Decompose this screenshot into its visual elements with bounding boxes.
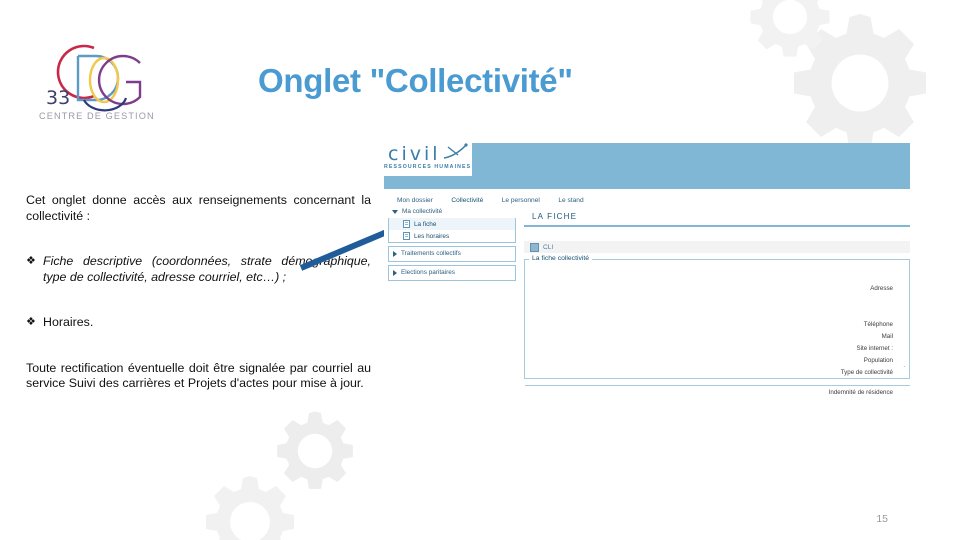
slide-canvas: 33 CENTRE DE GESTION Onglet "Collectivit… <box>0 0 960 540</box>
app-tab-bar: Mon dossier Collectivité Le personnel Le… <box>384 189 910 208</box>
document-icon <box>403 220 410 228</box>
civil-subtitle: RESSOURCES HUMAINES <box>384 164 472 170</box>
field-label-indemnite-de-residence: Indemnité de résidence <box>828 389 893 397</box>
sidebar-group-elections-paritaires-label: Elections paritaires <box>401 269 455 276</box>
sidebar-item-les-horaires[interactable]: Les horaires <box>389 230 515 242</box>
trailing-dot: . <box>903 363 905 370</box>
building-icon <box>530 242 539 252</box>
field-label-type-de-collectivite: Type de collectivité <box>840 369 893 377</box>
sidebar-group-traitements-collectifs-label: Traitements collectifs <box>401 250 461 257</box>
cli-breadcrumb-bar: CLI <box>524 241 910 254</box>
cli-label: CLI <box>543 243 554 251</box>
field-label-telephone: Téléphone <box>863 321 893 329</box>
app-main-title: LA FICHE <box>532 212 578 221</box>
field-label-adresse: Adresse <box>870 285 893 293</box>
bullet-item-horaires-label: Horaires. <box>43 315 94 329</box>
sidebar-group-traitements-collectifs[interactable]: Traitements collectifs <box>388 246 516 262</box>
page-number: 15 <box>876 513 888 525</box>
page-title: Onglet "Collectivité" <box>258 62 573 99</box>
closing-paragraph: Toute rectification éventuelle doit être… <box>26 360 371 391</box>
gear-decoration-bottom-center <box>272 408 358 494</box>
fiche-collectivite-fieldset: La fiche collectivité Adresse Téléphone … <box>524 255 910 396</box>
gear-decoration-top-right-large <box>785 8 935 158</box>
app-sidebar: Ma collectivité La fiche Les horaires Tr… <box>388 206 516 281</box>
sidebar-group-elections-paritaires[interactable]: Elections paritaires <box>388 265 516 281</box>
civil-wordmark: civil <box>388 143 441 165</box>
sidebar-item-la-fiche[interactable]: La fiche <box>389 218 515 230</box>
app-body: Ma collectivité La fiche Les horaires Tr… <box>384 204 910 402</box>
sidebar-subitem-list: La fiche Les horaires <box>388 218 516 243</box>
sidebar-group-ma-collectivite[interactable]: Ma collectivité <box>388 206 516 218</box>
sidebar-item-la-fiche-label: La fiche <box>414 220 437 228</box>
field-label-site-internet: Site internet : <box>856 345 893 353</box>
field-label-mail: Mail <box>881 333 893 341</box>
sidebar-item-les-horaires-label: Les horaires <box>414 232 450 240</box>
document-icon <box>403 232 410 240</box>
logo-department-number: 33 <box>46 87 70 109</box>
app-main-pane: LA FICHE CLI La fiche collectivité Adres… <box>524 204 910 402</box>
cdg33-logo: 33 CENTRE DE GESTION <box>22 18 172 123</box>
app-header-bar: civil RESSOURCES HUMAINES <box>384 143 910 189</box>
fieldset-bottom-rule <box>525 384 910 387</box>
bullet-marker-icon: ❖ <box>26 316 36 328</box>
civil-swoosh-icon <box>443 143 468 159</box>
logo-caption: CENTRE DE GESTION <box>39 111 155 121</box>
title-underline-rule <box>524 225 910 228</box>
chevron-down-icon <box>392 209 398 214</box>
fieldset-legend: La fiche collectivité <box>529 255 593 263</box>
chevron-right-icon <box>393 269 397 276</box>
civil-logo: civil RESSOURCES HUMAINES <box>384 143 472 176</box>
gear-decoration-bottom-left <box>200 472 300 540</box>
bullet-item-horaires: ❖ Horaires. <box>26 315 371 331</box>
sidebar-group-ma-collectivite-label: Ma collectivité <box>402 208 443 215</box>
application-screenshot: civil RESSOURCES HUMAINES Mon dossier Co… <box>384 143 910 402</box>
bullet-marker-icon: ❖ <box>26 255 36 267</box>
field-label-population: Population <box>863 357 893 365</box>
chevron-right-icon <box>393 250 397 257</box>
gear-decoration-top-right-small <box>745 0 835 62</box>
